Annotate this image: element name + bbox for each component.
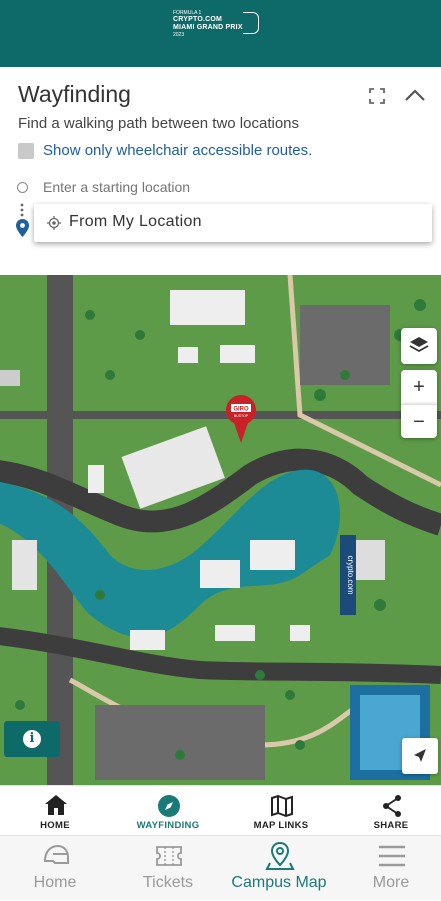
tab-tickets[interactable]: Tickets (113, 836, 223, 901)
tab-more-label: More (372, 874, 410, 891)
zoom-out-button[interactable]: − (401, 404, 437, 438)
subnav-wayfinding[interactable]: WAYFINDING (113, 786, 223, 836)
subnav-share[interactable]: SHARE (336, 786, 441, 836)
tab-tickets-label: Tickets (142, 874, 194, 891)
marker-sublabel: BUSTOP (234, 414, 249, 418)
tab-home[interactable]: Home (0, 836, 110, 901)
wayfinding-panel: Wayfinding Find a walking path between t… (0, 67, 441, 275)
ticket-icon (156, 846, 182, 866)
expand-icon[interactable] (368, 87, 386, 105)
bottom-navigation: Home Tickets Campus Map More (0, 835, 441, 900)
map-info-button[interactable]: i (4, 721, 60, 757)
route-dots-icon (20, 203, 24, 217)
campus-map[interactable]: crypto.com GIRO BUSTOP + − i (0, 275, 441, 785)
tab-campus-map-label: Campus Map (231, 874, 327, 891)
map-icon (271, 794, 293, 818)
subnav-home[interactable]: HOME (0, 786, 110, 836)
menu-icon (379, 845, 405, 867)
panel-title: Wayfinding (18, 81, 131, 107)
subnav-map-links[interactable]: MAP LINKS (226, 786, 336, 836)
map-illustration: crypto.com GIRO BUSTOP (0, 275, 441, 785)
info-icon: i (23, 730, 41, 748)
subnav-map-links-label: MAP LINKS (253, 820, 309, 831)
navigation-arrow-icon (414, 749, 426, 762)
subnav-wayfinding-label: WAYFINDING (136, 820, 200, 831)
start-point-icon (17, 182, 28, 193)
helmet-icon (43, 844, 69, 864)
start-location-input[interactable] (43, 179, 423, 195)
map-layers-button[interactable] (401, 328, 437, 364)
destination-pin-icon (16, 219, 29, 237)
map-pin-icon (265, 841, 295, 870)
subnav-home-label: HOME (40, 820, 70, 831)
location-suggestions: From My Location (34, 204, 432, 242)
panel-subtitle: Find a walking path between two location… (18, 115, 300, 132)
share-icon (383, 795, 401, 817)
building-sign: crypto.com (346, 555, 355, 594)
wayfinding-toolbar: HOME WAYFINDING MAP LINKS SHARE (0, 785, 441, 835)
my-location-icon (47, 216, 61, 230)
recenter-button[interactable] (402, 738, 438, 774)
layers-icon (409, 337, 429, 353)
wheelchair-checkbox[interactable] (18, 143, 34, 159)
zoom-in-button[interactable]: + (401, 370, 437, 404)
tab-more[interactable]: More (336, 836, 441, 901)
compass-icon (158, 795, 180, 817)
wheelchair-routes-toggle[interactable]: Show only wheelchair accessible routes. (43, 142, 312, 159)
tab-campus-map[interactable]: Campus Map (224, 836, 334, 901)
event-logo: FORMULA 1 CRYPTO.COM MIAMI GRAND PRIX 20… (173, 10, 259, 38)
home-icon (45, 795, 67, 815)
app-header: FORMULA 1 CRYPTO.COM MIAMI GRAND PRIX 20… (0, 0, 441, 67)
minus-icon: − (413, 411, 425, 433)
chevron-up-icon[interactable] (403, 85, 427, 105)
marker-label: GIRO (233, 407, 249, 413)
from-my-location-option[interactable]: From My Location (69, 213, 202, 231)
tab-home-label: Home (33, 874, 77, 891)
subnav-share-label: SHARE (373, 820, 409, 831)
plus-icon: + (413, 376, 425, 398)
